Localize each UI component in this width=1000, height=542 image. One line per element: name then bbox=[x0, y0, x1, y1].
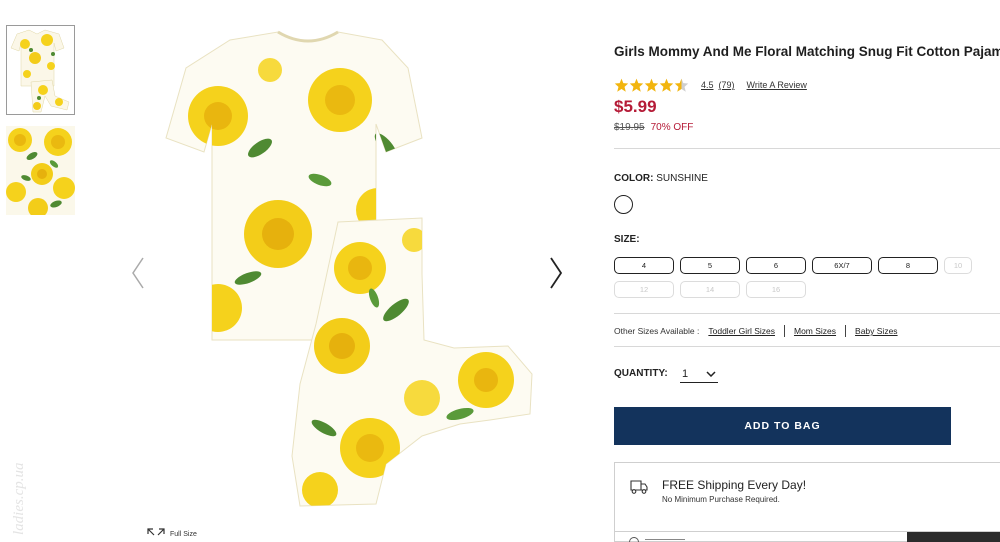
thumbnail-outfit[interactable] bbox=[6, 25, 75, 115]
full-size-button[interactable]: Full Size bbox=[146, 527, 197, 542]
shipping-subtitle: No Minimum Purchase Required. bbox=[662, 495, 780, 504]
pajama-set-image bbox=[165, 30, 533, 507]
rating-row: 4.5 (79) Write A Review bbox=[614, 78, 807, 92]
shipping-info-box: FREE Shipping Every Day! No Minimum Purc… bbox=[614, 462, 1000, 542]
thumbnail-fabric-image bbox=[6, 126, 75, 215]
separator bbox=[783, 325, 785, 337]
baby-sizes-link[interactable]: Baby Sizes bbox=[855, 326, 898, 336]
color-label: COLOR: SUNSHINE bbox=[614, 173, 708, 184]
size-option-16[interactable]: 16 bbox=[746, 281, 806, 298]
add-to-bag-button[interactable]: ADD TO BAG bbox=[614, 407, 951, 445]
quantity-value: 1 bbox=[682, 368, 689, 380]
size-option-5[interactable]: 5 bbox=[680, 257, 740, 274]
chevron-left-icon[interactable] bbox=[128, 255, 148, 291]
star-icon bbox=[614, 78, 629, 92]
price-savings: $19.95 70% OFF bbox=[614, 122, 693, 133]
size-option-6[interactable]: 6 bbox=[746, 257, 806, 274]
size-option-8[interactable]: 8 bbox=[878, 257, 938, 274]
star-icon bbox=[629, 78, 644, 92]
size-option-12[interactable]: 12 bbox=[614, 281, 674, 298]
original-price: $19.95 bbox=[614, 122, 645, 133]
divider bbox=[614, 313, 1000, 314]
other-sizes-row: Other Sizes Available : Toddler Girl Siz… bbox=[614, 325, 898, 337]
thumbnail-fabric-detail[interactable] bbox=[6, 126, 75, 215]
thumbnail-outfit-image bbox=[7, 26, 74, 114]
product-title: Girls Mommy And Me Floral Matching Snug … bbox=[614, 44, 1000, 59]
rating-value[interactable]: 4.5 bbox=[701, 80, 714, 90]
store-pickup-icon bbox=[629, 537, 639, 542]
svg-text:ladies.cp.ua: ladies.cp.ua bbox=[11, 463, 27, 536]
color-value: SUNSHINE bbox=[656, 173, 708, 184]
separator bbox=[845, 325, 847, 337]
chevron-down-icon bbox=[706, 371, 716, 377]
star-icon bbox=[659, 78, 674, 92]
star-icon bbox=[644, 78, 659, 92]
size-label: SIZE: bbox=[614, 234, 640, 245]
divider bbox=[614, 346, 1000, 347]
mom-sizes-link[interactable]: Mom Sizes bbox=[794, 326, 836, 336]
store-pickup-button[interactable] bbox=[907, 532, 1000, 542]
color-label-title: COLOR: bbox=[614, 173, 654, 184]
full-size-label: Full Size bbox=[170, 531, 197, 538]
size-option-14[interactable]: 14 bbox=[680, 281, 740, 298]
write-review-link[interactable]: Write A Review bbox=[747, 80, 807, 90]
star-icon bbox=[674, 78, 689, 92]
size-option-6x-7[interactable]: 6X/7 bbox=[812, 257, 872, 274]
expand-icon bbox=[147, 528, 165, 536]
quantity-select[interactable]: 1 bbox=[680, 366, 718, 383]
product-main-image[interactable] bbox=[160, 28, 540, 518]
discount-badge: 70% OFF bbox=[650, 122, 694, 133]
color-swatch-sunshine[interactable] bbox=[614, 195, 633, 214]
chevron-right-icon[interactable] bbox=[546, 255, 566, 291]
sale-price: $5.99 bbox=[614, 97, 657, 116]
star-rating bbox=[614, 78, 689, 92]
review-count[interactable]: (79) bbox=[719, 80, 735, 90]
shipping-title: FREE Shipping Every Day! bbox=[662, 478, 807, 492]
size-option-10[interactable]: 10 bbox=[944, 257, 972, 274]
divider bbox=[614, 148, 1000, 149]
other-sizes-label: Other Sizes Available : bbox=[614, 326, 700, 336]
delivery-truck-icon bbox=[630, 480, 648, 494]
product-info-panel: Girls Mommy And Me Floral Matching Snug … bbox=[614, 0, 1000, 542]
watermark-logo: ladies.cp.ua bbox=[11, 463, 27, 536]
toddler-girl-sizes-link[interactable]: Toddler Girl Sizes bbox=[708, 326, 775, 336]
size-option-4[interactable]: 4 bbox=[614, 257, 674, 274]
quantity-label: QUANTITY: bbox=[614, 368, 668, 379]
